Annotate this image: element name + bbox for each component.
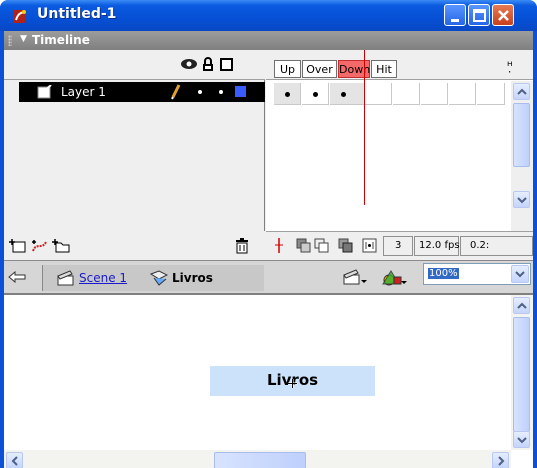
scroll-down-button[interactable] (513, 191, 530, 208)
stage-vscroll-thumb[interactable] (513, 317, 530, 432)
lock-icon[interactable] (202, 57, 214, 72)
keyframe-down[interactable] (330, 83, 365, 105)
frames-footer: 3 12.0 fps 0.2: (266, 231, 533, 260)
delete-layer-icon[interactable] (235, 238, 249, 254)
state-hit[interactable]: Hit (371, 60, 397, 78)
layer-footer (4, 231, 265, 260)
playhead[interactable] (364, 50, 365, 205)
symbol-name[interactable]: Livros (172, 271, 213, 285)
eye-icon[interactable] (180, 58, 198, 70)
close-button[interactable] (492, 4, 514, 26)
frame-hit[interactable] (365, 83, 392, 105)
frame-view-menu-icon[interactable]: ᴴ̣ (507, 59, 513, 73)
timeline-title: Timeline (32, 33, 90, 47)
title-bar[interactable]: Untitled-1 (0, 0, 537, 31)
current-frame: 3 (395, 240, 402, 251)
stage-scroll-down-button[interactable] (513, 431, 530, 448)
layer-name[interactable]: Layer 1 (61, 85, 106, 99)
breadcrumb: Scene 1 Livros (42, 265, 264, 291)
timeline-body: Layer 1 Up Over Down Hit ᴴ̣ 3 12.0 fps 0… (4, 50, 533, 260)
chevron-left-icon (11, 456, 18, 466)
onion-skin-icon[interactable] (296, 238, 311, 253)
lock-dot[interactable] (219, 90, 223, 94)
onion-skin-outlines-icon[interactable] (314, 238, 329, 253)
stage-scroll-left-button[interactable] (6, 452, 23, 468)
timeline-header[interactable]: ▼ Timeline (4, 31, 533, 50)
scroll-thumb[interactable] (513, 103, 530, 167)
scene-icon (57, 270, 74, 286)
scroll-up-button[interactable] (513, 83, 530, 100)
edit-multiple-frames-icon[interactable] (338, 238, 353, 253)
frame-cell[interactable] (421, 83, 448, 105)
panel-grip[interactable] (8, 35, 12, 46)
maximize-icon (473, 9, 486, 22)
chevron-down-icon (517, 437, 527, 444)
stage-scroll-up-button[interactable] (513, 297, 530, 314)
layers-panel: Layer 1 (4, 50, 265, 260)
stage[interactable]: Livros (4, 293, 533, 468)
registration-point-icon (288, 379, 297, 388)
minimize-icon (451, 19, 459, 22)
frames-grid[interactable] (266, 81, 506, 231)
back-arrow-icon[interactable] (8, 271, 26, 283)
chevron-up-icon (517, 302, 527, 309)
collapse-arrow-icon[interactable]: ▼ (20, 34, 27, 44)
stage-hscroll-thumb[interactable] (214, 452, 306, 468)
layer-icon (37, 85, 52, 99)
chevron-down-icon (517, 197, 527, 204)
zoom-value[interactable]: 100% (428, 268, 459, 279)
flash-app-icon (13, 10, 26, 23)
elapsed-time: 0.2: (470, 240, 490, 251)
state-up[interactable]: Up (274, 60, 301, 78)
insert-folder-icon[interactable] (51, 238, 71, 254)
layer-header (4, 50, 265, 80)
zoom-combo[interactable]: 100% (423, 263, 531, 285)
chevron-down-icon (515, 271, 525, 278)
visibility-dot[interactable] (198, 90, 202, 94)
edit-scene-icon[interactable] (343, 268, 367, 286)
minimize-button[interactable] (444, 4, 466, 26)
scene-link[interactable]: Scene 1 (79, 271, 127, 285)
chevron-up-icon (517, 88, 527, 95)
modify-onion-markers-icon[interactable] (362, 238, 377, 253)
keyframe-up[interactable] (274, 83, 301, 105)
frame-cell[interactable] (393, 83, 420, 105)
chevron-right-icon (498, 456, 505, 466)
close-icon (498, 10, 509, 21)
window-title: Untitled-1 (37, 6, 117, 22)
state-down[interactable]: Down (338, 60, 370, 78)
layer-color-swatch[interactable] (235, 86, 246, 97)
zoom-dropdown-button[interactable] (511, 265, 529, 283)
button-symbol-icon (150, 270, 168, 286)
frames-panel: Up Over Down Hit ᴴ̣ 3 12.0 fps 0.2: (266, 50, 533, 260)
frame-ruler[interactable]: Up Over Down Hit ᴴ̣ (266, 50, 533, 80)
edit-bar: Scene 1 Livros 100% (4, 260, 533, 293)
state-over[interactable]: Over (302, 60, 337, 78)
edit-symbols-icon[interactable] (381, 268, 407, 288)
keyframe-over[interactable] (302, 83, 329, 105)
add-motion-guide-icon[interactable] (30, 238, 50, 254)
frame-cell[interactable] (477, 83, 505, 105)
layer-row[interactable]: Layer 1 (19, 82, 265, 102)
center-frame-icon[interactable] (272, 238, 287, 253)
maximize-button[interactable] (468, 4, 490, 26)
frame-cell[interactable] (449, 83, 476, 105)
outline-icon[interactable] (220, 58, 233, 71)
insert-layer-icon[interactable] (8, 238, 28, 254)
stage-scroll-right-button[interactable] (492, 452, 509, 468)
flash-window: Untitled-1 ▼ Timeline Layer 1 Up Over Do… (0, 0, 537, 468)
client-area: ▼ Timeline Layer 1 Up Over Down Hit ᴴ̣ 3… (4, 31, 533, 468)
timeline-vertical-scrollbar[interactable] (511, 81, 533, 231)
pencil-icon (171, 84, 181, 100)
frame-rate: 12.0 fps (419, 240, 460, 251)
